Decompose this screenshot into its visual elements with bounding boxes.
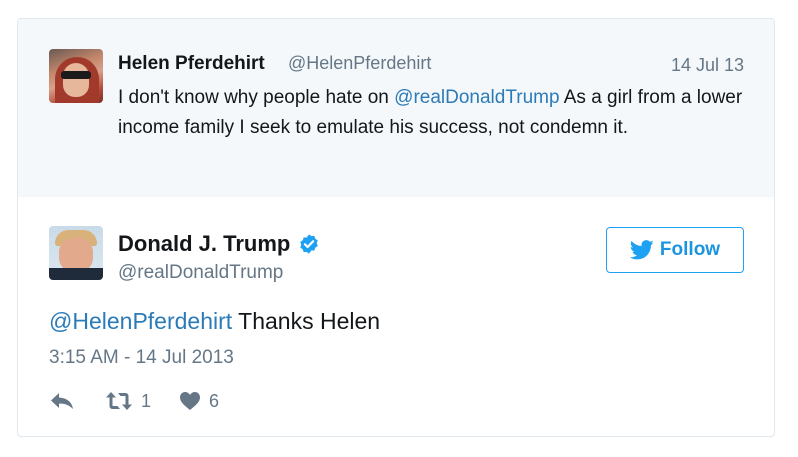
parent-mention-link[interactable]: @realDonaldTrump bbox=[394, 87, 559, 108]
reply-icon bbox=[51, 393, 73, 409]
retweet-count: 1 bbox=[141, 390, 152, 411]
main-author-name[interactable]: Donald J. Trump bbox=[118, 231, 290, 257]
main-tweet-text: @HelenPferdehirt Thanks Helen bbox=[49, 308, 380, 335]
avatar[interactable] bbox=[49, 226, 103, 280]
main-author-handle[interactable]: @realDonaldTrump bbox=[118, 262, 283, 284]
avatar[interactable] bbox=[49, 49, 103, 103]
reply-button[interactable] bbox=[49, 391, 75, 411]
main-text-body: Thanks Helen bbox=[232, 308, 381, 334]
heart-icon bbox=[180, 392, 201, 410]
tweet-embed-card: Helen Pferdehirt @HelenPferdehirt 14 Jul… bbox=[17, 18, 775, 437]
parent-author-name[interactable]: Helen Pferdehirt bbox=[118, 53, 265, 75]
follow-button[interactable]: Follow bbox=[606, 227, 744, 273]
parent-author-handle[interactable]: @HelenPferdehirt bbox=[288, 53, 431, 74]
twitter-bird-icon bbox=[629, 240, 654, 260]
parent-tweet[interactable]: Helen Pferdehirt @HelenPferdehirt 14 Jul… bbox=[18, 19, 774, 197]
main-author-name-row[interactable]: Donald J. Trump bbox=[118, 231, 320, 257]
verified-badge-icon bbox=[300, 234, 319, 254]
main-mention-link[interactable]: @HelenPferdehirt bbox=[49, 308, 232, 334]
follow-label: Follow bbox=[659, 239, 721, 260]
like-count: 6 bbox=[209, 390, 220, 411]
parent-tweet-date[interactable]: 14 Jul 13 bbox=[671, 55, 744, 76]
tweet-timestamp[interactable]: 3:15 AM - 14 Jul 2013 bbox=[49, 347, 234, 369]
parent-tweet-text: I don't know why people hate on @realDon… bbox=[118, 83, 758, 143]
like-button[interactable]: 6 bbox=[179, 391, 219, 412]
parent-text-before: I don't know why people hate on bbox=[118, 87, 395, 108]
retweet-icon bbox=[106, 392, 132, 410]
tweet-actions: 1 6 bbox=[49, 387, 219, 415]
retweet-button[interactable]: 1 bbox=[105, 391, 151, 412]
